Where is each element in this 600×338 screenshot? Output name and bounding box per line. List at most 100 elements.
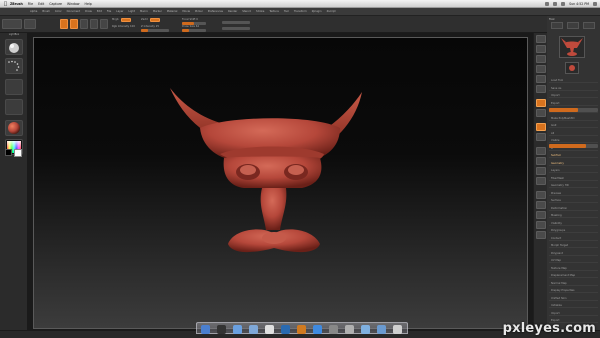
downloads-icon[interactable] — [377, 325, 386, 334]
tool-menu-deformation[interactable]: Deformation — [549, 206, 598, 211]
floor-button[interactable] — [536, 109, 546, 117]
menu-file[interactable]: File — [28, 2, 33, 6]
zmenu-preferences[interactable]: Preferences — [208, 10, 223, 13]
draw-button[interactable] — [70, 19, 78, 29]
projection-master-button[interactable] — [2, 19, 22, 29]
zmenu-zscript[interactable]: Zscript — [327, 10, 336, 13]
volume-icon[interactable] — [553, 2, 558, 6]
tool-menu-surface[interactable]: Surface — [549, 198, 598, 203]
tool-palette-title[interactable]: Tool — [549, 17, 598, 21]
polyf-button[interactable] — [536, 191, 546, 199]
tool-menu-import[interactable]: Import — [549, 311, 598, 316]
menu-window[interactable]: Window — [67, 2, 80, 6]
actual-button[interactable] — [536, 75, 546, 83]
tool-menu-display-properties[interactable]: Display Properties — [549, 288, 598, 293]
draw-size-slider[interactable] — [182, 29, 206, 32]
subtool-thumbnail[interactable] — [565, 62, 579, 74]
zmenu-color[interactable]: Color — [55, 10, 62, 13]
zmenu-layer[interactable]: Layer — [116, 10, 123, 13]
zmenu-macro[interactable]: Macro — [140, 10, 148, 13]
aahalf-button[interactable] — [536, 85, 546, 93]
zadd-label[interactable]: Zadd — [141, 18, 148, 21]
spotlight-icon[interactable] — [593, 2, 597, 6]
zadd-button[interactable] — [150, 18, 160, 22]
document-canvas[interactable] — [33, 37, 528, 329]
texture-icon[interactable] — [5, 99, 23, 115]
zmenu-light[interactable]: Light — [128, 10, 134, 13]
material-sphere-icon[interactable] — [5, 120, 23, 136]
brush-sphere-icon[interactable] — [5, 39, 23, 55]
rotate-view-button[interactable] — [536, 177, 546, 185]
tool-menu-masking[interactable]: Masking — [549, 213, 598, 218]
zmenu-movie[interactable]: Movie — [182, 10, 190, 13]
transp-button[interactable] — [536, 201, 546, 209]
zoom-button[interactable] — [536, 65, 546, 73]
menu-help[interactable]: Help — [85, 2, 92, 6]
tool-menu-initialize[interactable]: Initialize — [549, 303, 598, 308]
tool-menu-texture-map[interactable]: Texture Map — [549, 266, 598, 271]
tool-menu-fibermesh[interactable]: FiberMesh — [549, 176, 598, 181]
finder-icon[interactable] — [201, 325, 210, 334]
move-view-button[interactable] — [536, 157, 546, 165]
tool-menu-polypaint[interactable]: Polypaint — [549, 251, 598, 256]
itunes-icon[interactable] — [313, 325, 322, 334]
tool-menu-geometry[interactable]: Geometry — [549, 161, 598, 166]
tool-menu-displacement-map[interactable]: Displacement Map — [549, 273, 598, 278]
zmenu-brush[interactable]: Brush — [42, 10, 50, 13]
battery-icon[interactable] — [561, 2, 566, 6]
illustrator-icon[interactable] — [297, 325, 306, 334]
lightbox-button[interactable] — [24, 19, 36, 29]
folder-icon[interactable] — [361, 325, 370, 334]
tool-menu-uv-map[interactable]: UV Map — [549, 258, 598, 263]
tool-menu-layers[interactable]: Layers — [549, 168, 598, 173]
frame-button[interactable] — [536, 147, 546, 155]
stroke-dots-icon[interactable] — [5, 58, 23, 74]
tool-menu-morph-target[interactable]: Morph Target — [549, 243, 598, 248]
zmenu-stroke[interactable]: Stroke — [256, 10, 264, 13]
menu-app-name[interactable]: ZBrush — [10, 2, 23, 6]
zmenu-zplugin[interactable]: Zplugin — [312, 10, 322, 13]
zmenu-marker[interactable]: Marker — [153, 10, 162, 13]
tool-menu-import[interactable]: Import — [549, 93, 598, 98]
sdiv-slider[interactable] — [549, 144, 598, 148]
menu-edit[interactable]: Edit — [38, 2, 44, 6]
zmenu-draw[interactable]: Draw — [85, 10, 92, 13]
tool-menu-contact[interactable]: Contact — [549, 236, 598, 241]
solo-button[interactable] — [536, 221, 546, 229]
spix-button[interactable] — [536, 45, 546, 53]
lightbox-label[interactable]: LightBox — [2, 33, 26, 36]
tool-menu-unified-skin[interactable]: Unified Skin — [549, 296, 598, 301]
tool-menu-export[interactable]: Export — [549, 101, 598, 106]
zmenu-render[interactable]: Render — [228, 10, 237, 13]
tool-menu-make-polymesh3d[interactable]: Make PolyMesh3D — [549, 116, 598, 121]
tool-menu-subtool[interactable]: SubTool — [549, 153, 598, 158]
tool-menu-geometry-hd[interactable]: Geometry HD — [549, 183, 598, 188]
zmenu-stencil[interactable]: Stencil — [242, 10, 251, 13]
tool-menu-all[interactable]: All — [549, 131, 598, 136]
alpha-icon[interactable] — [5, 79, 23, 95]
tool-menu-save-as[interactable]: Save As — [549, 86, 598, 91]
mail-icon[interactable] — [249, 325, 258, 334]
save-as-button[interactable] — [567, 22, 579, 29]
mrgb-label[interactable]: Mrgb — [112, 18, 119, 21]
zmenu-picker[interactable]: Picker — [195, 10, 203, 13]
tool-menu-polygroups[interactable]: Polygroups — [549, 228, 598, 233]
menu-capture[interactable]: Capture — [49, 2, 62, 6]
edit-button[interactable] — [60, 19, 68, 29]
tool-menu-visibility[interactable]: Visibility — [549, 221, 598, 226]
subtool-slider[interactable] — [549, 108, 598, 112]
scroll-button[interactable] — [536, 55, 546, 63]
tool-menu-goz[interactable]: GoZ — [549, 123, 598, 128]
preferences-icon[interactable] — [329, 325, 338, 334]
rgb-button[interactable] — [121, 18, 131, 22]
persp-button[interactable] — [536, 99, 546, 107]
dashboard-icon[interactable] — [217, 325, 226, 334]
zmenu-material[interactable]: Material — [167, 10, 178, 13]
photoshop-icon[interactable] — [281, 325, 290, 334]
move-button[interactable] — [80, 19, 88, 29]
local-button[interactable] — [536, 123, 546, 131]
current-tool-thumbnail[interactable] — [559, 36, 585, 58]
zintensity-slider[interactable] — [141, 29, 169, 32]
scale-button[interactable] — [90, 19, 98, 29]
ical-icon[interactable] — [265, 325, 274, 334]
